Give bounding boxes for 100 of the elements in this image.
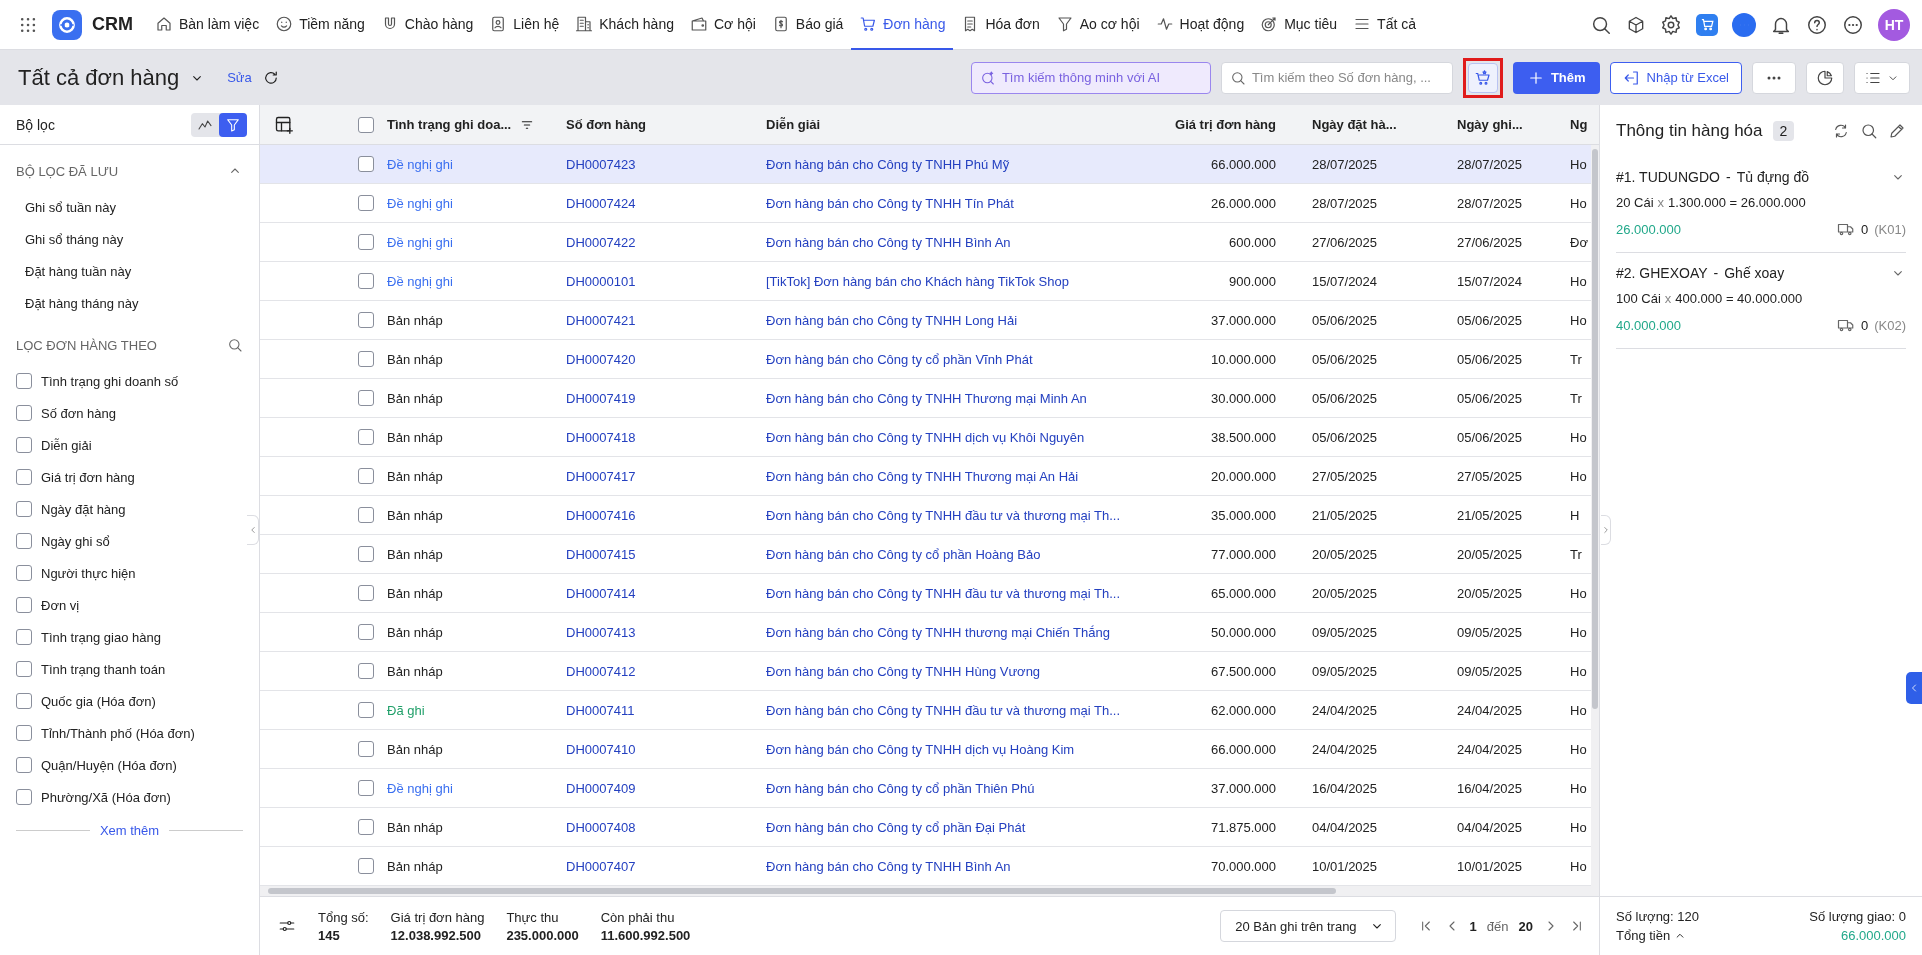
nav-tab[interactable]: Mục tiêu [1252, 0, 1346, 50]
order-number-link[interactable]: DH0007415 [566, 546, 636, 562]
row-checkbox[interactable] [358, 819, 374, 835]
row-checkbox[interactable] [358, 585, 374, 601]
row-checkbox[interactable] [358, 312, 374, 328]
edit-icon[interactable] [1888, 122, 1906, 140]
collapse-sidebar-handle[interactable] [247, 515, 259, 545]
nav-tab[interactable]: Khách hàng [567, 0, 682, 50]
search-icon[interactable] [1860, 122, 1878, 140]
saved-filter-link[interactable]: Đặt hàng tháng này [25, 295, 139, 311]
description-link[interactable]: Đơn hàng bán cho Công ty TNHH đầu tư và thương mại Th... [766, 507, 1121, 523]
checkbox[interactable] [16, 437, 32, 453]
view-options-button[interactable] [1854, 61, 1910, 94]
description-link[interactable]: Đơn hàng bán cho Công ty TNHH dịch vụ Hoàng Kim [766, 741, 1075, 757]
row-checkbox[interactable] [358, 663, 374, 679]
search-field[interactable]: Tìm kiếm theo Số đơn hàng, ... [1220, 61, 1453, 94]
description-link[interactable]: Đơn hàng bán cho Công ty TNHH Tín Phát [766, 195, 1014, 211]
chart-button[interactable] [1806, 61, 1844, 94]
page-size-select[interactable]: 20 Bản ghi trên trang [1220, 910, 1396, 942]
nav-tab[interactable]: Bàn làm việc [147, 0, 268, 50]
help-icon[interactable] [1806, 13, 1828, 36]
checkbox[interactable] [16, 373, 32, 389]
cart-app-icon[interactable] [1696, 13, 1718, 36]
checkbox[interactable] [16, 533, 32, 549]
description-link[interactable]: Đơn hàng bán cho Công ty TNHH Thương mại Minh An [766, 390, 1087, 406]
add-button[interactable]: Thêm [1512, 61, 1600, 94]
checkbox[interactable] [16, 597, 32, 613]
description-link[interactable]: Đơn hàng bán cho Công ty TNHH Thương mại An Hải [766, 468, 1079, 484]
order-number-link[interactable]: DH0007410 [566, 741, 636, 757]
horizontal-scrollbar[interactable] [260, 886, 1599, 896]
saved-filter-link[interactable]: Ghi sổ tháng này [25, 231, 124, 247]
import-excel-button[interactable]: Nhập từ Excel [1609, 61, 1742, 94]
nav-tab[interactable]: Tiềm năng [267, 0, 373, 50]
row-checkbox[interactable] [358, 741, 374, 757]
row-checkbox[interactable] [358, 780, 374, 796]
description-link[interactable]: Đơn hàng bán cho Công ty TNHH Hùng Vương [766, 663, 1041, 679]
filter-view-button[interactable] [219, 112, 247, 137]
column-header[interactable]: Tình trạng ghi doa... [387, 117, 512, 132]
description-link[interactable]: Đơn hàng bán cho Công ty TNHH Bình An [766, 234, 1011, 250]
column-header[interactable]: Ngày đặt hà... [1312, 117, 1397, 132]
description-link[interactable]: [TikTok] Đơn hàng bán cho Khách hàng TikTok Shop [766, 273, 1069, 289]
row-checkbox[interactable] [358, 195, 374, 211]
row-checkbox[interactable] [358, 546, 374, 562]
row-checkbox[interactable] [358, 468, 374, 484]
vertical-scrollbar[interactable] [1591, 145, 1599, 886]
order-number-link[interactable]: DH0007420 [566, 351, 636, 367]
order-number-link[interactable]: DH0007416 [566, 507, 636, 523]
expand-panel-handle[interactable] [1906, 672, 1922, 704]
refresh-icon[interactable] [1832, 122, 1850, 140]
order-number-link[interactable]: DH0007417 [566, 468, 636, 484]
description-link[interactable]: Đơn hàng bán cho Công ty TNHH đầu tư và thương mại Th... [766, 702, 1121, 718]
order-number-link[interactable]: DH0000101 [566, 273, 636, 289]
settings-icon[interactable] [1660, 13, 1682, 36]
order-number-link[interactable]: DH0007413 [566, 624, 636, 640]
column-header[interactable]: Diễn giải [766, 117, 821, 132]
ai-search-input[interactable]: Tìm kiếm thông minh với AI [1001, 62, 1202, 93]
order-number-link[interactable]: DH0007418 [566, 429, 636, 445]
row-checkbox[interactable] [358, 351, 374, 367]
nav-tab[interactable]: Hóa đơn [953, 0, 1048, 50]
add-column-icon[interactable] [274, 114, 294, 135]
more-icon[interactable] [1842, 13, 1864, 36]
row-checkbox[interactable] [358, 273, 374, 289]
row-checkbox[interactable] [358, 858, 374, 874]
order-number-link[interactable]: DH0007411 [566, 702, 635, 718]
search-icon[interactable] [227, 337, 243, 353]
saved-filter-link[interactable]: Đặt hàng tuần này [25, 263, 132, 279]
see-more-link[interactable]: Xem thêm [99, 823, 160, 838]
nav-tab[interactable]: Ao cơ hội [1047, 0, 1148, 50]
more-button[interactable] [1752, 61, 1796, 94]
description-link[interactable]: Đơn hàng bán cho Công ty TNHH Phú Mỹ [766, 156, 1010, 172]
row-checkbox[interactable] [358, 156, 374, 172]
description-link[interactable]: Đơn hàng bán cho Công ty cổ phần Hoàng Bảo [766, 546, 1041, 562]
column-header[interactable]: Ngày ghi... [1457, 117, 1523, 132]
description-link[interactable]: Đơn hàng bán cho Công ty TNHH đầu tư và thương mại Th... [766, 585, 1121, 601]
order-number-link[interactable]: DH0007424 [566, 195, 636, 211]
checkbox[interactable] [16, 469, 32, 485]
order-number-link[interactable]: DH0007423 [566, 156, 636, 172]
order-number-link[interactable]: DH0007422 [566, 234, 636, 250]
description-link[interactable]: Đơn hàng bán cho Công ty TNHH Long Hải [766, 312, 1018, 328]
order-number-link[interactable]: DH0007408 [566, 819, 636, 835]
description-link[interactable]: Đơn hàng bán cho Công ty TNHH dịch vụ Khôi Nguyên [766, 429, 1085, 445]
search-input[interactable]: Tìm kiếm theo Số đơn hàng, ... [1251, 62, 1444, 93]
select-all-checkbox[interactable] [358, 116, 374, 133]
checkbox[interactable] [16, 629, 32, 645]
row-checkbox[interactable] [358, 624, 374, 640]
collapse-panel-handle[interactable] [1601, 515, 1611, 545]
nav-tab[interactable]: Báo giá [763, 0, 852, 50]
order-number-link[interactable]: DH0007412 [566, 663, 636, 679]
order-number-link[interactable]: DH0007407 [566, 858, 636, 874]
column-header[interactable]: Ng [1570, 117, 1588, 132]
checkbox[interactable] [16, 725, 32, 741]
order-number-link[interactable]: DH0007419 [566, 390, 636, 406]
cube-icon[interactable] [1626, 14, 1646, 35]
description-link[interactable]: Đơn hàng bán cho Công ty cổ phần Vĩnh Phát [766, 351, 1033, 367]
order-number-link[interactable]: DH0007421 [566, 312, 636, 328]
checkbox[interactable] [16, 661, 32, 677]
row-checkbox[interactable] [358, 507, 374, 523]
checkbox[interactable] [16, 757, 32, 773]
description-link[interactable]: Đơn hàng bán cho Công ty TNHH Bình An [766, 858, 1011, 874]
ai-search-field[interactable]: Tìm kiếm thông minh với AI [970, 61, 1211, 94]
